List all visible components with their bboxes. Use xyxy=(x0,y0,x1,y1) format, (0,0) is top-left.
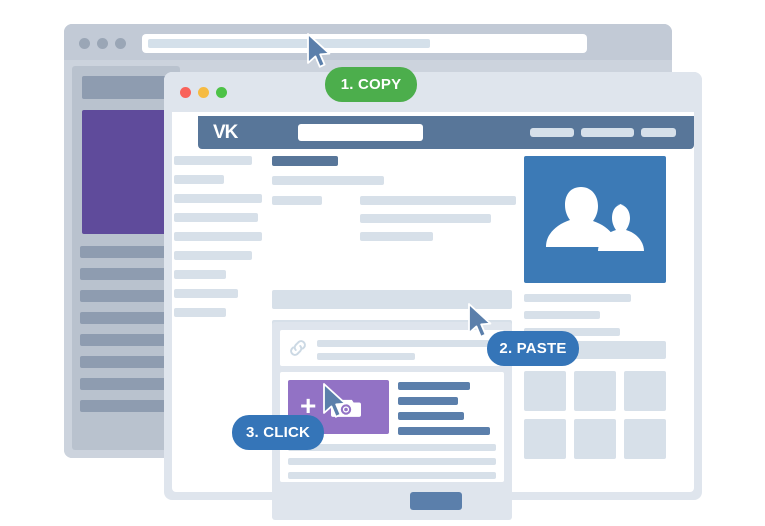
post-text-line xyxy=(398,397,458,405)
illustration-stage: VK + 1. COPY 2. PASTE 3. CLICK xyxy=(0,0,765,526)
background-window-dot-2[interactable] xyxy=(97,38,108,49)
background-window-titlebar xyxy=(64,24,672,60)
post-text-line xyxy=(398,427,490,435)
vk-left-menu[interactable] xyxy=(172,156,268,346)
photo-thumb-3[interactable] xyxy=(624,371,666,411)
vk-nav-item-3[interactable] xyxy=(641,128,676,137)
background-nav-line[interactable] xyxy=(80,378,172,390)
vk-nav-item-1[interactable] xyxy=(530,128,574,137)
two-users-icon xyxy=(546,187,644,251)
photo-thumb-5[interactable] xyxy=(574,419,616,459)
step-badge-copy: 1. COPY xyxy=(325,67,417,102)
link-chain-icon xyxy=(287,338,309,358)
photo-thumb-2[interactable] xyxy=(574,371,616,411)
background-nav-line[interactable] xyxy=(80,356,172,368)
post-body-line xyxy=(288,472,496,479)
vk-menu-item[interactable] xyxy=(174,156,252,165)
background-sidebar-image xyxy=(82,110,172,234)
post-submit-button[interactable] xyxy=(410,492,462,510)
vk-menu-item[interactable] xyxy=(174,194,262,203)
vk-text-line xyxy=(360,214,491,223)
vk-group-info-line xyxy=(524,294,631,302)
vk-text-line xyxy=(272,176,384,185)
step-badge-paste: 2. PASTE xyxy=(487,331,579,366)
background-url-bar[interactable] xyxy=(142,34,587,53)
vk-menu-item[interactable] xyxy=(174,251,252,260)
cursor-on-url-bar xyxy=(306,33,334,74)
link-url-placeholder xyxy=(317,353,415,360)
background-nav-line[interactable] xyxy=(80,246,172,258)
vk-menu-item[interactable] xyxy=(174,213,258,222)
vk-window-titlebar xyxy=(164,72,702,112)
vk-group-info-line xyxy=(524,311,600,319)
vk-menu-item[interactable] xyxy=(174,308,226,317)
vk-text-line xyxy=(360,232,433,241)
background-nav-line[interactable] xyxy=(80,334,172,346)
background-nav-line[interactable] xyxy=(80,312,172,324)
post-text-line xyxy=(398,382,470,390)
background-window-dot-1[interactable] xyxy=(79,38,90,49)
photo-thumb-4[interactable] xyxy=(524,419,566,459)
background-nav-line[interactable] xyxy=(80,290,172,302)
vk-header-bar: VK xyxy=(198,116,694,149)
vk-logo[interactable]: VK xyxy=(213,123,247,142)
photo-thumb-1[interactable] xyxy=(524,371,566,411)
close-button[interactable] xyxy=(180,87,191,98)
group-avatar[interactable] xyxy=(524,156,666,283)
background-nav-line[interactable] xyxy=(80,268,172,280)
selected-url-text xyxy=(148,39,430,48)
post-body-line xyxy=(288,458,496,465)
minimize-button[interactable] xyxy=(198,87,209,98)
vk-page-title xyxy=(272,156,338,166)
vk-nav-item-2[interactable] xyxy=(581,128,634,137)
cursor-on-photo-block xyxy=(322,383,350,424)
vk-menu-item[interactable] xyxy=(174,289,238,298)
post-text-line xyxy=(398,412,464,420)
step-badge-click: 3. CLICK xyxy=(232,415,324,450)
vk-menu-item[interactable] xyxy=(174,175,224,184)
maximize-button[interactable] xyxy=(216,87,227,98)
background-nav-line[interactable] xyxy=(80,400,172,412)
post-body-line xyxy=(288,444,496,451)
background-sidebar-heading xyxy=(82,76,172,99)
vk-text-line xyxy=(360,196,516,205)
vk-search-input[interactable] xyxy=(298,124,423,141)
vk-text-line xyxy=(272,196,322,205)
vk-menu-item[interactable] xyxy=(174,232,262,241)
vk-menu-item[interactable] xyxy=(174,270,226,279)
background-window-dot-3[interactable] xyxy=(115,38,126,49)
photo-thumb-6[interactable] xyxy=(624,419,666,459)
